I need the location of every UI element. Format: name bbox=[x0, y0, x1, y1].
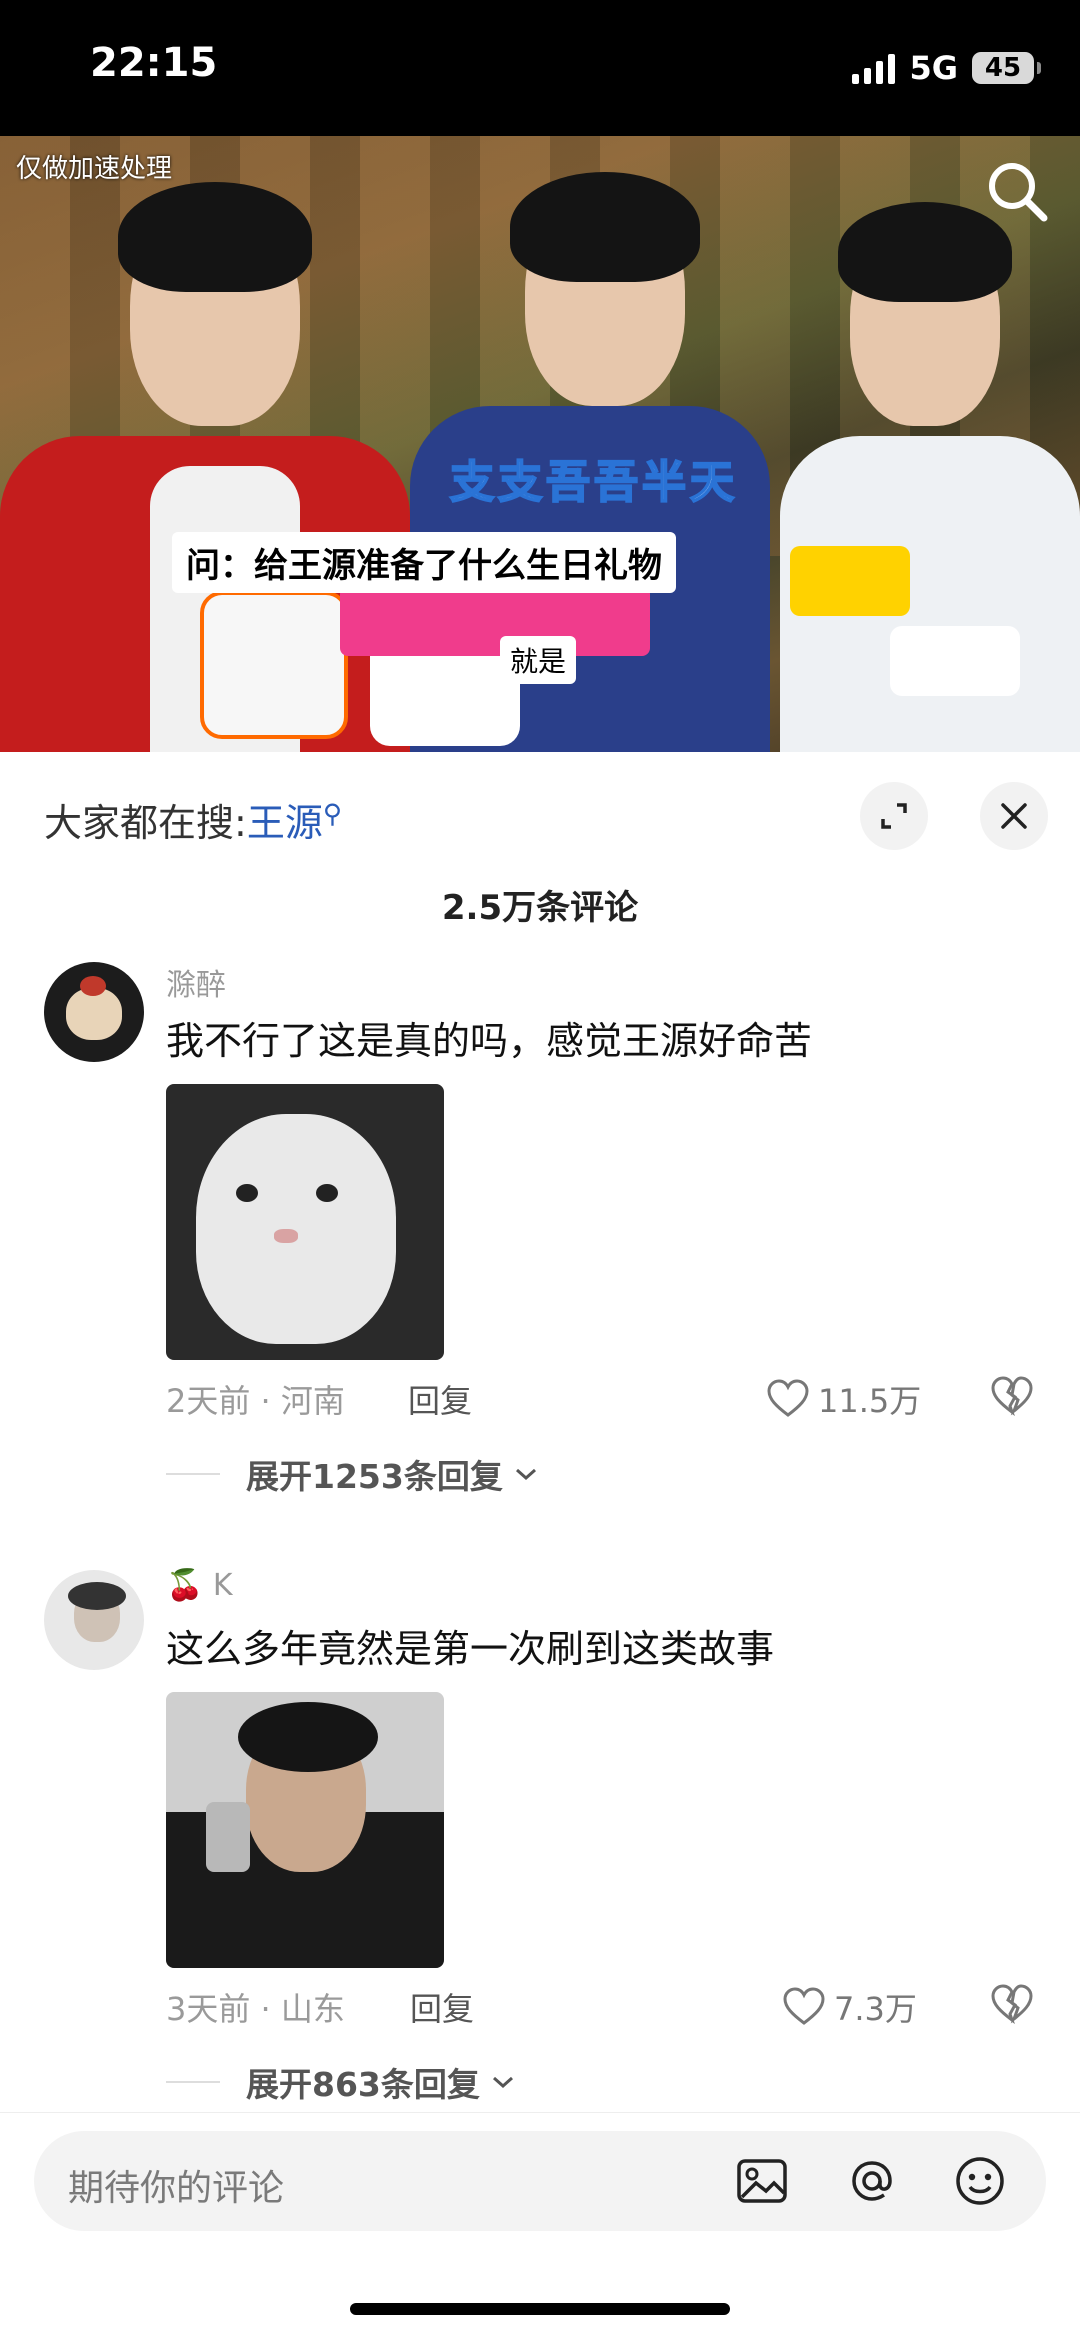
dislike-button[interactable] bbox=[990, 1984, 1034, 2028]
chevron-down-icon bbox=[492, 2076, 513, 2089]
search-icon: ⚲ bbox=[322, 799, 342, 830]
video-subtitle-question: 问：给王源准备了什么生日礼物 bbox=[172, 532, 676, 593]
microphone-red-banner bbox=[340, 586, 650, 656]
cherry-emoji: 🍒 bbox=[166, 1568, 204, 1603]
comment-text: 这么多年竟然是第一次刷到这类故事 bbox=[166, 1627, 775, 1671]
network-type: 5G bbox=[909, 49, 958, 87]
comment-meta: 3天前 · 山东 bbox=[166, 1990, 345, 2028]
signal-icon bbox=[852, 52, 896, 84]
status-right: 5G 45 bbox=[852, 48, 1041, 88]
expand-replies-label: 展开863条回复 bbox=[246, 2065, 480, 2104]
comments-sheet: 大家都在搜:王源⚲ 2.5万条评论 滁醉 我不行了这是真的吗，感觉王源好命苦 2… bbox=[0, 752, 1080, 2337]
video-player[interactable]: 仅做加速处理 支支吾吾半天 问：给王源准备了什么生日礼物 就是 bbox=[0, 136, 1080, 752]
image-icon[interactable] bbox=[734, 2153, 790, 2209]
comment-meta: 2天前 · 河南 bbox=[166, 1382, 345, 1420]
comment-username[interactable]: 滁醉 bbox=[166, 960, 226, 1004]
at-icon[interactable] bbox=[844, 2153, 900, 2209]
expand-replies-button[interactable]: 展开863条回复 bbox=[166, 2058, 516, 2106]
close-button[interactable] bbox=[980, 782, 1048, 850]
microphone-sina bbox=[790, 546, 910, 616]
video-subtitle-top: 支支吾吾半天 bbox=[449, 456, 738, 509]
expand-icon bbox=[881, 803, 907, 829]
comment-text: 我不行了这是真的吗，感觉王源好命苦 bbox=[166, 1019, 813, 1063]
avatar[interactable] bbox=[44, 1570, 144, 1670]
expand-replies-button[interactable]: 展开1253条回复 bbox=[166, 1450, 539, 1498]
microphone-pp bbox=[890, 626, 1020, 696]
avatar[interactable] bbox=[44, 962, 144, 1062]
heart-icon bbox=[767, 1379, 809, 1417]
video-subtitle-answer: 就是 bbox=[500, 636, 577, 684]
battery-icon: 45 bbox=[972, 52, 1041, 84]
status-time: 22:15 bbox=[90, 40, 218, 86]
comment-image-person[interactable] bbox=[166, 1692, 444, 1968]
search-icon[interactable] bbox=[982, 156, 1054, 228]
comment-image-cat[interactable] bbox=[166, 1084, 444, 1360]
reply-button[interactable]: 回复 bbox=[408, 1376, 472, 1422]
emoji-icon[interactable] bbox=[952, 2153, 1008, 2209]
broken-heart-icon bbox=[991, 1984, 1033, 2025]
comment-input-bar: 期待你的评论 bbox=[0, 2112, 1080, 2338]
trending-prefix: 大家都在搜: bbox=[44, 801, 247, 845]
status-bar: 22:15 5G 45 bbox=[0, 0, 1080, 136]
like-count: 7.3万 bbox=[834, 1990, 917, 2028]
comment-item: 滁醉 我不行了这是真的吗，感觉王源好命苦 2天前 · 河南 回复 11.5万 展… bbox=[0, 960, 1080, 1496]
video-watermark: 仅做加速处理 bbox=[16, 154, 173, 184]
home-indicator[interactable] bbox=[350, 2303, 730, 2315]
dislike-button[interactable] bbox=[990, 1376, 1034, 1420]
expand-replies-label: 展开1253条回复 bbox=[246, 1457, 503, 1496]
microphone-mgtv bbox=[200, 591, 348, 739]
heart-icon bbox=[783, 1987, 825, 2025]
close-icon bbox=[1001, 803, 1027, 829]
comment-input-placeholder: 期待你的评论 bbox=[68, 2168, 285, 2209]
comment-input[interactable]: 期待你的评论 bbox=[34, 2131, 1046, 2231]
comment-username[interactable]: 🍒 K bbox=[166, 1568, 233, 1603]
comment-count: 2.5万条评论 bbox=[441, 888, 639, 928]
trending-keyword[interactable]: 王源 bbox=[247, 801, 323, 845]
like-button[interactable]: 7.3万 bbox=[782, 1984, 917, 2030]
comment-item: 🍒 K 这么多年竟然是第一次刷到这类故事 3天前 · 山东 回复 7.3万 展开… bbox=[0, 1568, 1080, 2104]
chevron-down-icon bbox=[515, 1468, 536, 1481]
reply-button[interactable]: 回复 bbox=[410, 1984, 474, 2030]
trending-search[interactable]: 大家都在搜:王源⚲ bbox=[44, 792, 342, 847]
like-button[interactable]: 11.5万 bbox=[766, 1376, 921, 1422]
broken-heart-icon bbox=[991, 1376, 1033, 1417]
expand-button[interactable] bbox=[860, 782, 928, 850]
like-count: 11.5万 bbox=[818, 1382, 922, 1420]
